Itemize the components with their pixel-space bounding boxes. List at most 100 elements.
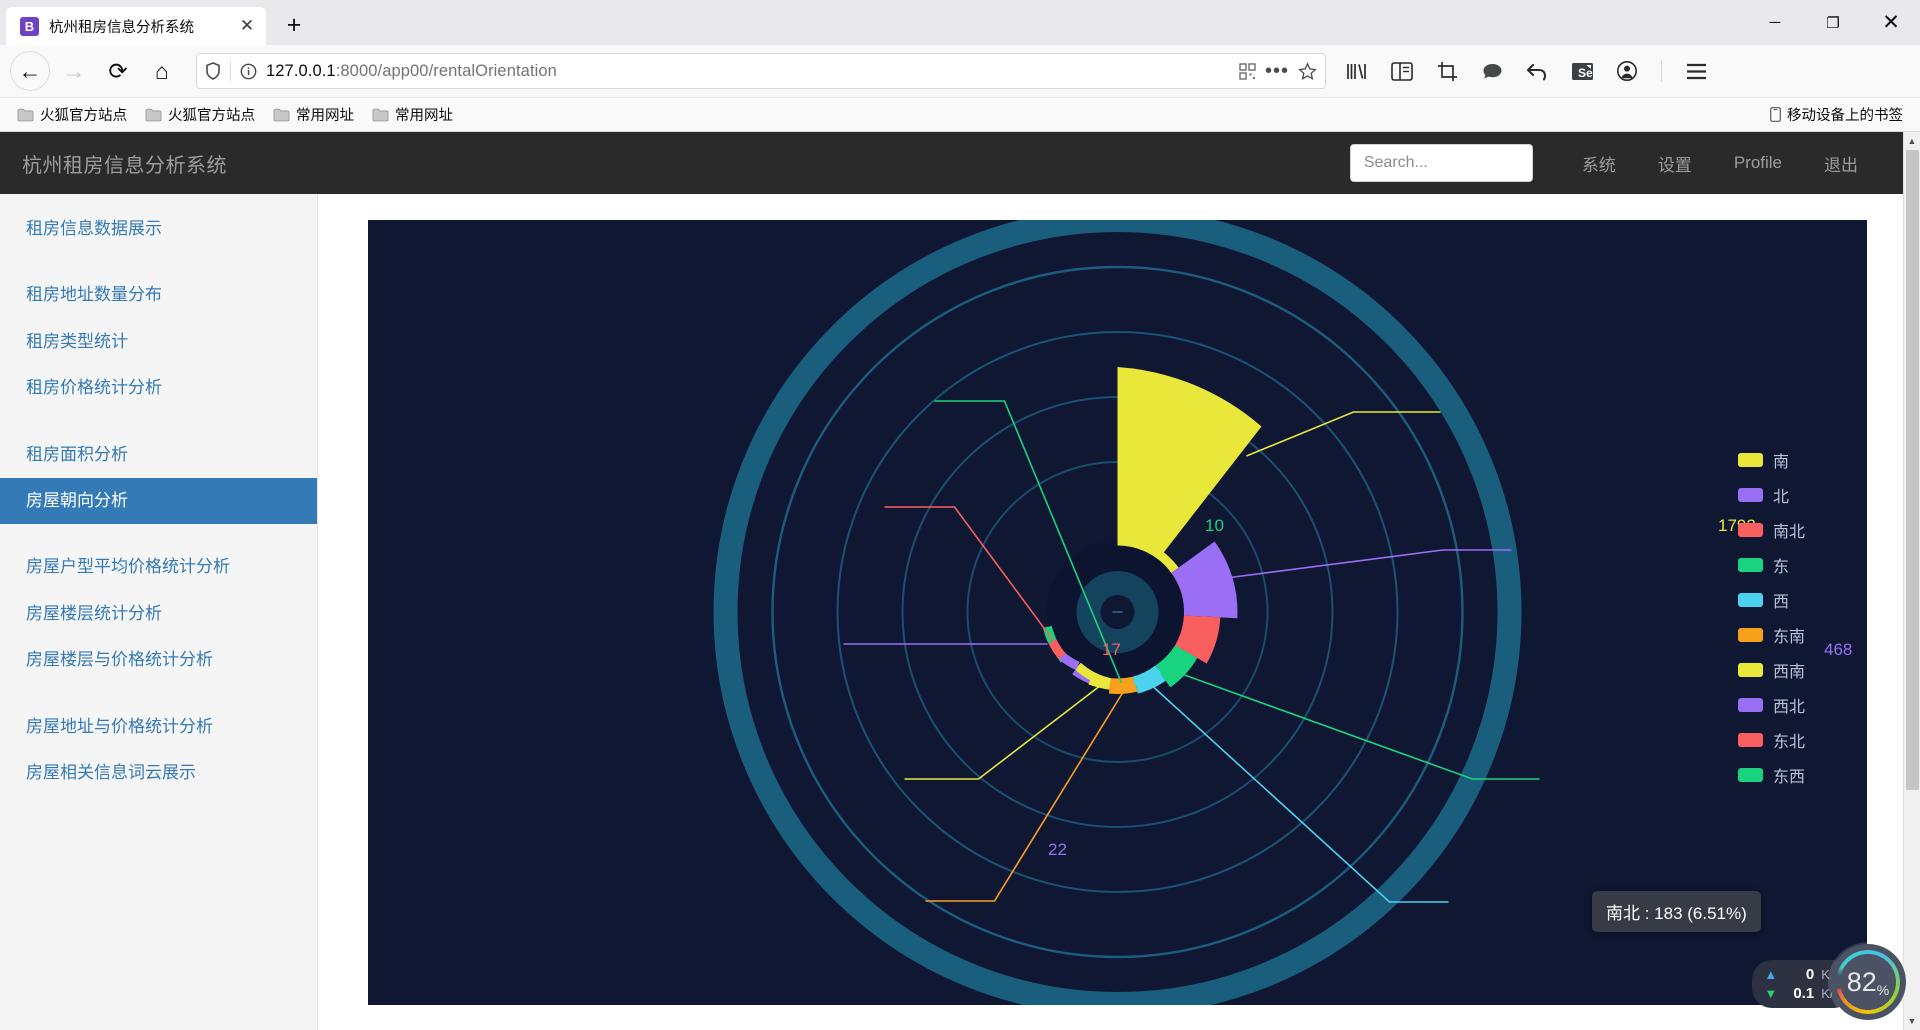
legend-swatch — [1737, 767, 1763, 782]
home-icon[interactable]: ⌂ — [142, 51, 182, 91]
nav-link-logout[interactable]: 退出 — [1803, 151, 1879, 176]
back-icon[interactable]: ← — [10, 51, 50, 91]
upload-arrow-icon: ▲ — [1764, 967, 1778, 982]
chart-tooltip: 南北 : 183 (6.51%) — [1592, 891, 1761, 932]
folder-icon — [372, 108, 389, 121]
legend-item-east[interactable]: 东 — [1737, 547, 1805, 582]
nav-link-settings[interactable]: 设置 — [1637, 151, 1713, 176]
data-label-northeast: 17 — [1102, 640, 1121, 659]
legend-item-north[interactable]: 北 — [1737, 477, 1805, 512]
download-speed-row: ▼ 0.1 K/s — [1764, 985, 1840, 1002]
bookmark-label: 常用网址 — [395, 108, 453, 124]
chart-legend: 南 北 南北 东 西 东南 西南 西北 东北 东西 — [1737, 442, 1805, 792]
url-text: 127.0.0.1:8000/app00/rentalOrientation — [266, 61, 557, 80]
nav-link-profile[interactable]: Profile — [1713, 153, 1803, 173]
legend-item-west[interactable]: 西 — [1737, 582, 1805, 617]
browser-window: B 杭州租房信息分析系统 ✕ + ─ ❐ ✕ ← → ⟳ ⌂ 127.0.0.1… — [0, 0, 1920, 1030]
scrollbar-track[interactable] — [1903, 150, 1920, 1012]
data-label-eastwest: 10 — [1205, 516, 1224, 535]
shield-icon[interactable] — [205, 62, 221, 80]
legend-swatch — [1737, 732, 1763, 747]
legend-label: 东南 — [1772, 628, 1805, 646]
legend-label: 东 — [1772, 558, 1789, 576]
sidebar-item-price-stats[interactable]: 租房价格统计分析 — [0, 365, 317, 411]
scroll-down-icon[interactable]: ▼ — [1908, 1012, 1917, 1030]
search-input[interactable]: Search... — [1349, 144, 1533, 182]
legend-item-southnorth[interactable]: 南北 — [1737, 512, 1805, 547]
reload-icon[interactable]: ⟳ — [98, 51, 138, 91]
legend-item-southeast[interactable]: 东南 — [1737, 617, 1805, 652]
bookmark-item[interactable]: 火狐官方站点 — [138, 101, 262, 128]
legend-swatch — [1737, 697, 1763, 712]
qr-code-icon[interactable] — [1239, 62, 1256, 80]
legend-swatch — [1737, 627, 1763, 642]
library-icon[interactable] — [1340, 54, 1374, 88]
bookmark-label: 火狐官方站点 — [168, 108, 255, 124]
legend-item-eastwest[interactable]: 东西 — [1737, 757, 1805, 792]
download-value: 0.1 — [1793, 985, 1815, 1002]
window-controls: ─ ❐ ✕ — [1746, 0, 1920, 45]
bookmark-item[interactable]: 常用网址 — [365, 101, 460, 128]
sidebar-item-layout-avg-price[interactable]: 房屋户型平均价格统计分析 — [0, 544, 317, 590]
close-tab-icon[interactable]: ✕ — [236, 15, 258, 37]
legend-swatch — [1737, 557, 1763, 572]
legend-label: 南北 — [1772, 523, 1805, 541]
cpu-gauge-widget[interactable]: 82% — [1830, 944, 1906, 1020]
toolbar-icons: Se — [1340, 54, 1719, 88]
folder-icon — [145, 108, 162, 121]
bookmarks-bar: 火狐官方站点 火狐官方站点 常用网址 常用网址 移动设备上的书签 — [0, 98, 1920, 132]
body-row: 租房信息数据展示 租房地址数量分布 租房类型统计 租房价格统计分析 租房面积分析… — [0, 194, 1903, 1030]
scroll-up-icon[interactable]: ▲ — [1908, 132, 1917, 150]
bookmark-item[interactable]: 火狐官方站点 — [10, 101, 134, 128]
upload-value: 0 — [1805, 966, 1815, 983]
legend-label: 西北 — [1772, 698, 1805, 716]
info-icon[interactable] — [240, 63, 257, 80]
sidebar-item-wordcloud[interactable]: 房屋相关信息词云展示 — [0, 750, 317, 796]
address-bar[interactable]: 127.0.0.1:8000/app00/rentalOrientation •… — [196, 53, 1326, 89]
maximize-button[interactable]: ❐ — [1804, 0, 1862, 45]
legend-swatch — [1737, 452, 1763, 467]
mobile-bookmarks-item[interactable]: 移动设备上的书签 — [1763, 101, 1910, 128]
bookmark-item[interactable]: 常用网址 — [266, 101, 361, 128]
sidebar-item-address-price-stats[interactable]: 房屋地址与价格统计分析 — [0, 704, 317, 750]
new-tab-button[interactable]: + — [276, 7, 312, 43]
mobile-device-icon — [1770, 107, 1781, 122]
minimize-button[interactable]: ─ — [1746, 0, 1804, 45]
page-title: 杭州租房信息分析系统 — [22, 154, 227, 177]
sidebar-item-orientation-analysis[interactable]: 房屋朝向分析 — [0, 477, 317, 525]
sidebar-item-rental-data[interactable]: 租房信息数据展示 — [0, 206, 317, 252]
undo-arrow-icon[interactable] — [1520, 54, 1554, 88]
browser-tab[interactable]: B 杭州租房信息分析系统 ✕ — [6, 7, 266, 45]
selenium-icon[interactable]: Se — [1565, 54, 1599, 88]
chart-canvas[interactable] — [368, 220, 1867, 1005]
sidebar-item-type-stats[interactable]: 租房类型统计 — [0, 319, 317, 365]
sidebar-item-area-analysis[interactable]: 租房面积分析 — [0, 432, 317, 478]
sidebar-toggle-icon[interactable] — [1385, 54, 1419, 88]
sidebar-item-floor-price-stats[interactable]: 房屋楼层与价格统计分析 — [0, 637, 317, 683]
main-content: 1792 468 183 126 88 76 31 22 17 10 南北 : … — [318, 194, 1903, 1030]
scrollbar-thumb[interactable] — [1905, 150, 1919, 790]
close-window-button[interactable]: ✕ — [1862, 0, 1920, 45]
page-viewport: 杭州租房信息分析系统 Search... 系统 设置 Profile 退出 租房… — [0, 132, 1920, 1030]
legend-item-southwest[interactable]: 西南 — [1737, 652, 1805, 687]
orientation-chart[interactable]: 1792 468 183 126 88 76 31 22 17 10 南北 : … — [368, 220, 1867, 1005]
nav-link-system[interactable]: 系统 — [1561, 151, 1637, 176]
screenshot-crop-icon[interactable] — [1430, 54, 1464, 88]
hamburger-menu-icon[interactable] — [1679, 54, 1713, 88]
sidebar-item-floor-stats[interactable]: 房屋楼层统计分析 — [0, 591, 317, 637]
page-scrollbar[interactable]: ▲ ▼ — [1903, 132, 1920, 1030]
legend-swatch — [1737, 487, 1763, 502]
web-page: 杭州租房信息分析系统 Search... 系统 设置 Profile 退出 租房… — [0, 132, 1903, 1030]
download-arrow-icon: ▼ — [1764, 986, 1778, 1001]
folder-icon — [17, 108, 34, 121]
account-icon[interactable] — [1610, 54, 1644, 88]
chat-bubble-icon[interactable] — [1475, 54, 1509, 88]
legend-item-south[interactable]: 南 — [1737, 442, 1805, 477]
bookmark-star-icon[interactable] — [1298, 61, 1317, 81]
legend-item-northwest[interactable]: 西北 — [1737, 687, 1805, 722]
legend-item-northeast[interactable]: 东北 — [1737, 722, 1805, 757]
page-actions-icon[interactable]: ••• — [1265, 60, 1289, 83]
sidebar-item-address-distribution[interactable]: 租房地址数量分布 — [0, 272, 317, 318]
